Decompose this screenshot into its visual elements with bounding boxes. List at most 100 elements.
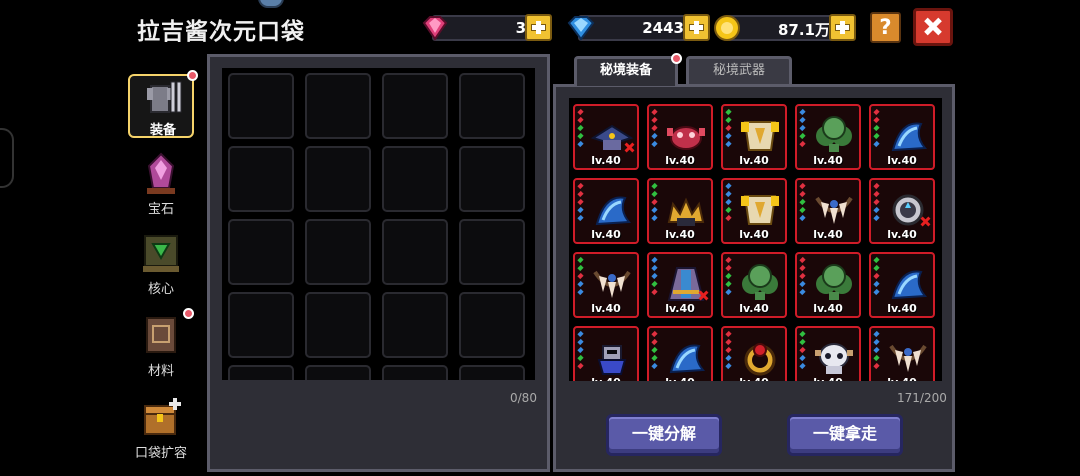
item-level: lv.40	[887, 154, 917, 167]
inventory-item[interactable]: lv.40	[573, 326, 639, 381]
socket-gems	[577, 330, 584, 371]
storage-slot[interactable]	[459, 292, 525, 358]
socket-gems	[873, 182, 880, 223]
pocket-storage-grid[interactable]	[222, 68, 535, 380]
inventory-item[interactable]: lv.40	[647, 104, 713, 170]
storage-slot[interactable]	[228, 219, 294, 285]
necklace-icon	[889, 344, 927, 372]
storage-slot[interactable]	[382, 365, 448, 380]
inventory-item[interactable]: lv.40	[573, 178, 639, 244]
inventory-item[interactable]: lv.40	[721, 178, 787, 244]
diamond-amount: 2443	[642, 19, 684, 37]
cloak-icon	[595, 196, 632, 226]
item-level: lv.40	[813, 302, 843, 315]
storage-slot[interactable]	[228, 365, 294, 380]
storage-slot[interactable]	[382, 146, 448, 212]
close-button[interactable]	[913, 8, 953, 46]
item-level: lv.40	[871, 376, 933, 381]
inventory-item[interactable]: lv.40	[647, 178, 713, 244]
storage-slot[interactable]	[305, 73, 371, 139]
inventory-item[interactable]: lv.40	[795, 104, 861, 170]
inventory-item[interactable]: lv.40	[795, 326, 861, 381]
secret-inventory-grid[interactable]: lv.40 lv.40 lv.40 lv.40 lv.40 lv.40 lv.40 lv.40…	[569, 98, 942, 381]
storage-slot[interactable]	[228, 292, 294, 358]
storage-slot[interactable]	[305, 219, 371, 285]
item-level: lv.40	[739, 228, 769, 241]
socket-gems	[577, 182, 584, 223]
item-level: lv.40	[887, 228, 917, 241]
tab-label: 秘境武器	[712, 63, 765, 78]
storage-slot[interactable]	[459, 219, 525, 285]
sidebar-item-core[interactable]: 核心	[128, 230, 194, 302]
sidebar-item-label: 装备	[149, 123, 176, 138]
material-badge	[183, 308, 194, 319]
skull-icon	[815, 343, 853, 374]
item-level: lv.40	[739, 154, 769, 167]
storage-slot[interactable]	[228, 146, 294, 212]
armor-icon	[741, 121, 779, 151]
armor-icon	[741, 195, 779, 225]
add-pink-gem-button[interactable]	[525, 14, 552, 41]
storage-slot[interactable]	[459, 365, 525, 380]
currency-blue-diamond: 2443	[567, 14, 710, 41]
storage-slot[interactable]	[382, 292, 448, 358]
storage-slot[interactable]	[382, 73, 448, 139]
inventory-item[interactable]: lv.40	[869, 326, 935, 381]
inventory-item[interactable]: lv.40	[647, 326, 713, 381]
help-button[interactable]: ?	[870, 12, 901, 43]
storage-slot[interactable]	[459, 146, 525, 212]
screen-edge-handle	[0, 128, 14, 188]
add-diamond-button[interactable]	[683, 14, 710, 41]
sidebar-item-label: 宝石	[147, 202, 174, 217]
inventory-item[interactable]: lv.40	[869, 104, 935, 170]
necklace-icon	[815, 196, 853, 224]
sidebar-item-expand-pocket[interactable]: 口袋扩容	[128, 394, 194, 466]
inventory-item[interactable]: lv.40	[721, 104, 787, 170]
item-level: lv.40	[665, 302, 695, 315]
disassemble-all-button[interactable]: 一键分解	[606, 414, 722, 456]
take-all-button[interactable]: 一键拿走	[787, 414, 903, 456]
socket-gems	[651, 256, 658, 297]
sidebar-item-gem[interactable]: 宝石	[128, 150, 194, 222]
storage-slot[interactable]	[228, 73, 294, 139]
storage-count: 0/80	[510, 391, 537, 405]
inventory-item[interactable]: lv.40	[573, 252, 639, 318]
item-level: lv.40	[887, 302, 917, 315]
socket-gems	[577, 108, 584, 149]
discard-mark-icon	[698, 290, 708, 300]
crab-icon	[667, 126, 705, 150]
item-level: lv.40	[739, 302, 769, 315]
inventory-item[interactable]: lv.40	[795, 252, 861, 318]
inventory-item[interactable]: lv.40	[795, 178, 861, 244]
sidebar-item-label: 材料	[147, 364, 174, 379]
inventory-item[interactable]: lv.40	[647, 252, 713, 318]
socket-gems	[799, 182, 806, 223]
inventory-item[interactable]: lv.40	[869, 178, 935, 244]
tab-secret-weapon[interactable]: 秘境武器	[686, 56, 792, 86]
sidebar-item-material[interactable]: 材料	[128, 308, 194, 384]
socket-gems	[873, 256, 880, 297]
tab-secret-equipment[interactable]: 秘境装备	[574, 53, 682, 86]
sidebar-item-equipment[interactable]: 装备	[128, 70, 198, 138]
storage-slot[interactable]	[305, 146, 371, 212]
inventory-item[interactable]: lv.40	[869, 252, 935, 318]
storage-slot[interactable]	[305, 292, 371, 358]
socket-gems	[651, 182, 658, 223]
storage-slot[interactable]	[305, 365, 371, 380]
socket-gems	[651, 330, 658, 371]
cloak-icon	[891, 122, 928, 152]
knight-icon	[597, 345, 627, 375]
inventory-item[interactable]: lv.40	[721, 252, 787, 318]
item-level: lv.40	[649, 376, 711, 381]
storage-slot[interactable]	[459, 73, 525, 139]
inventory-item[interactable]: lv.40	[573, 104, 639, 170]
inventory-item[interactable]: lv.40	[721, 326, 787, 381]
socket-gems	[577, 256, 584, 297]
item-level: lv.40	[591, 228, 621, 241]
currency-gold-coin: 87.1万	[714, 14, 856, 41]
bush-icon	[816, 264, 852, 300]
currency-pink-gem: 3	[422, 14, 552, 41]
gem-crystal-icon	[147, 152, 175, 194]
add-coin-button[interactable]	[829, 14, 856, 41]
storage-slot[interactable]	[382, 219, 448, 285]
